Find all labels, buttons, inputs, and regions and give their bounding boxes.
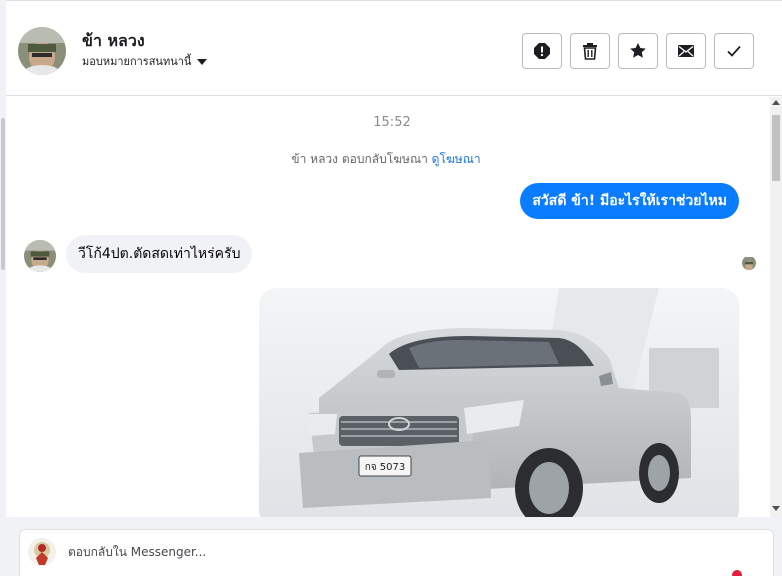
contact-name: ข้า หลวง [82,31,145,50]
star-icon [630,43,646,58]
delete-button[interactable] [570,33,610,69]
spam-alert-icon [534,43,550,59]
page-avatar [28,538,56,566]
left-panel-scrollbar[interactable] [1,118,5,270]
license-plate: กจ 5073 [365,462,406,473]
incoming-message-bubble[interactable]: วีโก้4ปต.ตัดสดเท่าไหร่ครับ [66,235,253,273]
reply-composer [19,529,774,576]
star-button[interactable] [618,33,658,69]
thread-scrollbar[interactable] [770,97,782,517]
caret-down-icon [197,58,208,65]
scroll-down-arrow-icon[interactable] [772,506,780,511]
envelope-icon [678,45,694,57]
assign-label: มอบหมายการสนทนานี้ [82,55,192,68]
view-ad-link[interactable]: ดูโฆษณา [432,152,481,166]
contact-avatar[interactable] [18,27,66,75]
message-thread[interactable]: 15:52 ข้า หลวง ตอบกลับโฆษณา ดูโฆษณา สวัส… [6,97,770,517]
scrollbar-thumb[interactable] [772,115,780,181]
conversation-header: ข้า หลวง มอบหมายการสนทนานี้ [6,0,782,96]
notification-badge [732,570,742,576]
scroll-up-arrow-icon[interactable] [772,100,780,105]
checkmark-icon [727,45,741,57]
seen-indicator-avatar [742,256,756,270]
ad-reply-text: ข้า หลวง ตอบกลับโฆษณา [291,152,428,166]
image-attachment[interactable]: กจ 5073 [259,288,739,517]
mark-done-button[interactable] [714,33,754,69]
outgoing-message-bubble[interactable]: สวัสดี ข้า! มีอะไรให้เราช่วยไหม [520,183,739,219]
mark-spam-button[interactable] [522,33,562,69]
conversation-actions [522,33,754,69]
sender-avatar[interactable] [24,240,56,272]
reply-input[interactable] [68,540,668,564]
mark-unread-button[interactable] [666,33,706,69]
assign-conversation-dropdown[interactable]: มอบหมายการสนทนานี้ [82,52,208,70]
trash-icon [583,43,597,60]
message-timestamp: 15:52 [373,115,411,130]
ad-reply-notice: ข้า หลวง ตอบกลับโฆษณา ดูโฆษณา [6,150,766,169]
